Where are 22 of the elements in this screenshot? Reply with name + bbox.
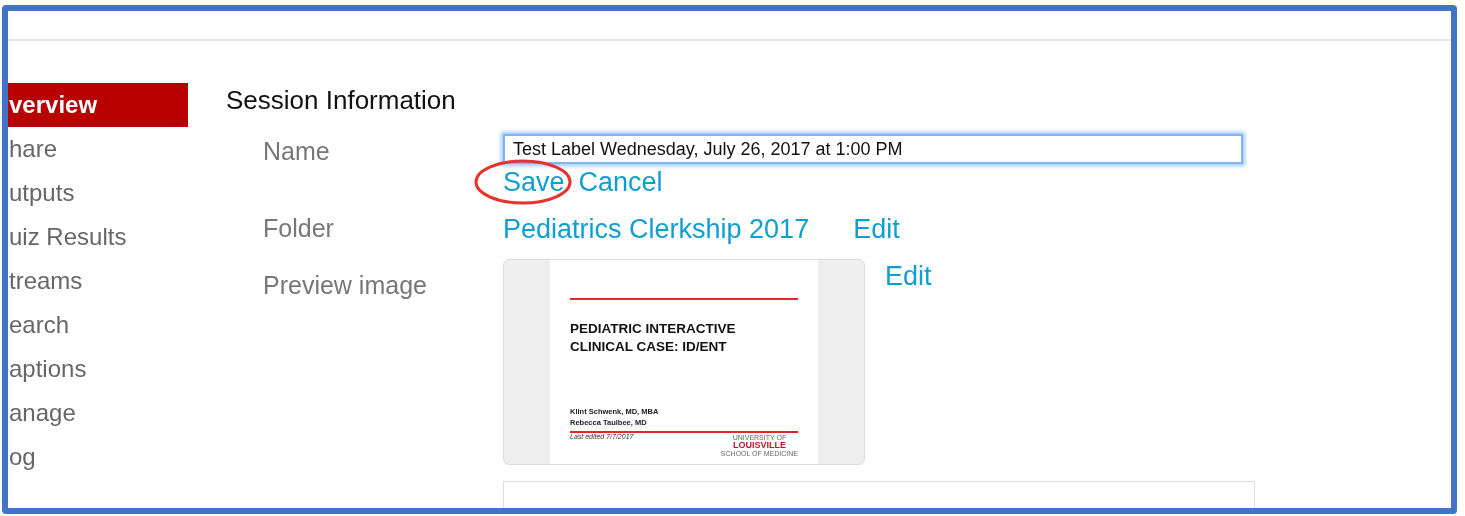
field-label: Folder bbox=[263, 213, 335, 244]
section-title: Session Information bbox=[226, 84, 457, 117]
edit-link[interactable]: Edit bbox=[885, 259, 932, 292]
edit-link[interactable]: Edit bbox=[853, 200, 900, 245]
sidebar-item[interactable]: verview bbox=[8, 83, 188, 127]
folder-link[interactable]: Pediatrics Clerkship 2017 bbox=[503, 200, 810, 245]
sidebar-item[interactable]: og bbox=[8, 435, 188, 479]
field-label: Preview image bbox=[263, 270, 428, 301]
sidebar-item[interactable]: hare bbox=[8, 127, 188, 171]
field-label: Name bbox=[263, 136, 331, 167]
slide-title: PEDIATRIC INTERACTIVE bbox=[570, 320, 737, 338]
logo-text: LOUISVILLE bbox=[732, 440, 786, 450]
name-input-field[interactable]: Test Label Wednesday, July 26, 2017 at 1:00 PM bbox=[503, 134, 1243, 164]
sidebar-item[interactable]: treams bbox=[8, 259, 188, 303]
sidebar-item[interactable]: uiz Results bbox=[8, 215, 188, 259]
sidebar-item[interactable]: anage bbox=[8, 391, 188, 435]
sidebar-item[interactable]: utputs bbox=[8, 171, 188, 215]
input-field[interactable] bbox=[503, 481, 1255, 508]
sidebar-item[interactable]: earch bbox=[8, 303, 188, 347]
cancel-link[interactable]: Cancel bbox=[578, 166, 663, 198]
sidebar-item[interactable]: aptions bbox=[8, 347, 188, 391]
slide-title: CLINICAL CASE: ID/ENT bbox=[570, 338, 728, 356]
